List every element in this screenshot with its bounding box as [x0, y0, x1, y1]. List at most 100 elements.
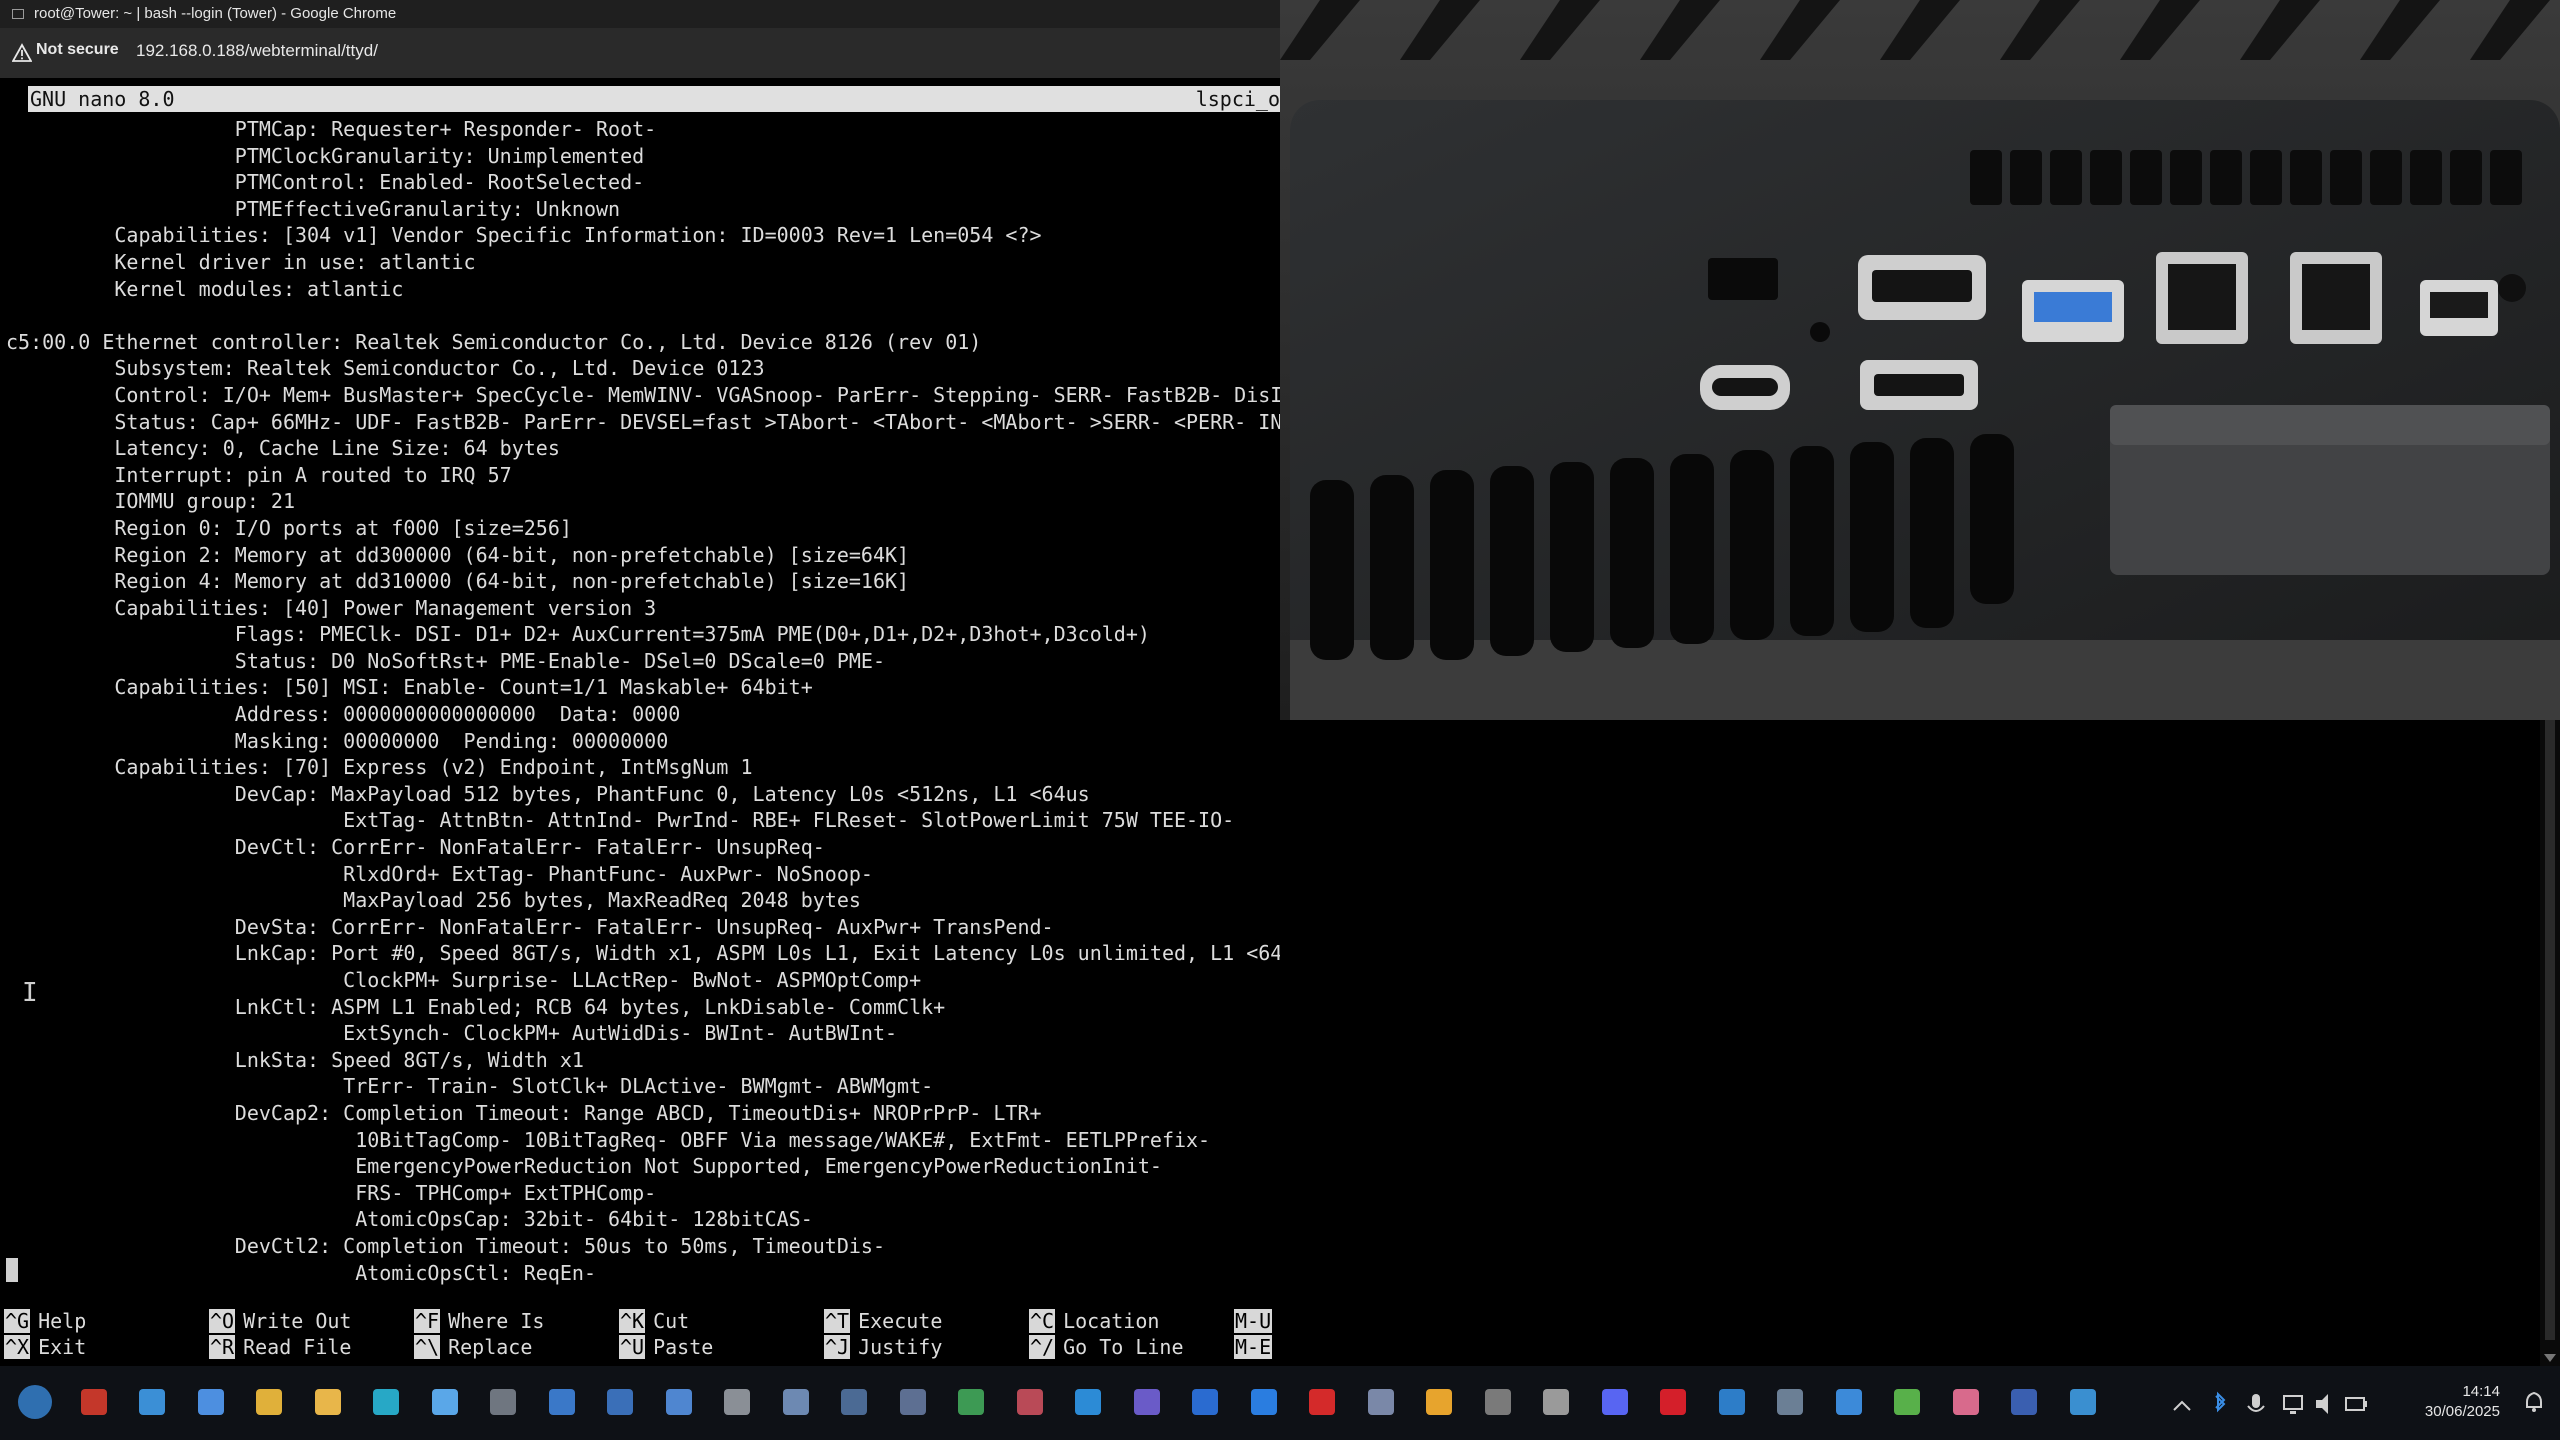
- taskbar-clock[interactable]: 14:14 30/06/2025: [2425, 1382, 2500, 1422]
- url-text[interactable]: 192.168.0.188/webterminal/ttyd/: [136, 41, 378, 61]
- notification-icon[interactable]: [2522, 1390, 2546, 1414]
- yahoo-app-icon[interactable]: [1477, 1381, 1519, 1423]
- terminal-line: Interrupt: pin A routed to IRQ 57: [6, 462, 512, 487]
- grid-app-icon[interactable]: [1769, 1381, 1811, 1423]
- vertical-scrollbar[interactable]: [2540, 720, 2560, 1366]
- box-app-icon[interactable]: [1886, 1381, 1928, 1423]
- warning-icon[interactable]: [12, 43, 32, 63]
- folder-icon-glyph: [314, 1389, 341, 1415]
- opera-app-icon-glyph: [1660, 1389, 1686, 1415]
- terminal-line: 10BitTagComp- 10BitTagReq- OBFF Via mess…: [6, 1127, 1211, 1152]
- shortcut-location[interactable]: ^C Location: [1029, 1308, 1159, 1334]
- shortcut-cut[interactable]: ^K Cut: [619, 1308, 689, 1334]
- wave-app-icon[interactable]: [2003, 1381, 2045, 1423]
- chart-app-icon[interactable]: [1711, 1381, 1753, 1423]
- table-app-icon-glyph: [1016, 1389, 1043, 1415]
- search-app-icon-glyph: [373, 1389, 399, 1415]
- search2-app-icon[interactable]: [424, 1381, 466, 1423]
- arrow-app-icon-glyph: [1426, 1389, 1452, 1415]
- terminal-line: Kernel modules: atlantic: [6, 276, 404, 301]
- shortcut-key: M-U: [1234, 1309, 1273, 1333]
- shortcut-go-to-line[interactable]: ^/ Go To Line: [1029, 1334, 1184, 1360]
- shortcut-write-out[interactable]: ^O Write Out: [209, 1308, 351, 1334]
- shortcut-key: ^\: [414, 1335, 441, 1359]
- discord-app-icon[interactable]: [1594, 1381, 1636, 1423]
- search-app-icon[interactable]: [365, 1381, 407, 1423]
- terminal-line: DevCap2: Completion Timeout: Range ABCD,…: [6, 1100, 1042, 1125]
- bars-app-icon[interactable]: [1828, 1381, 1870, 1423]
- mic-app-icon[interactable]: [1535, 1381, 1577, 1423]
- teams-app-icon[interactable]: [1126, 1381, 1168, 1423]
- terminal-line: MaxPayload 256 bytes, MaxReadReq 2048 by…: [6, 888, 861, 913]
- not-secure-label[interactable]: Not secure: [36, 41, 119, 59]
- scrollbar-thumb[interactable]: [2545, 720, 2555, 1340]
- screenshot-app-icon[interactable]: [892, 1381, 934, 1423]
- folder-icon[interactable]: [307, 1381, 349, 1423]
- terminal-line: AtomicOpsCap: 32bit- 64bit- 128bitCAS-: [6, 1207, 813, 1232]
- pink-app-icon[interactable]: [1945, 1381, 1987, 1423]
- calc-app-icon[interactable]: [541, 1381, 583, 1423]
- edge-app-icon-glyph: [1075, 1389, 1101, 1415]
- search2-app-icon-glyph: [431, 1389, 458, 1415]
- start-button-glyph: [18, 1385, 52, 1419]
- terminal-line: ExtSynch- ClockPM+ AutWidDis- BWInt- Aut…: [6, 1021, 898, 1046]
- calc-app-icon-glyph: [548, 1389, 575, 1415]
- shortcut-execute[interactable]: ^T Execute: [824, 1308, 942, 1334]
- app-bird-icon[interactable]: [190, 1381, 232, 1423]
- shortcut-where-is[interactable]: ^F Where Is: [414, 1308, 544, 1334]
- network-icon[interactable]: [2283, 1395, 2303, 1414]
- shortcut-redo[interactable]: M-ERedo: [1234, 1334, 1280, 1360]
- shortcut-justify[interactable]: ^J Justify: [824, 1334, 942, 1360]
- edge-app-icon[interactable]: [1067, 1381, 1109, 1423]
- shortcut-help[interactable]: ^G Help: [4, 1308, 86, 1334]
- shortcut-paste[interactable]: ^U Paste: [619, 1334, 713, 1360]
- start-button[interactable]: [14, 1381, 56, 1423]
- u-app-icon[interactable]: [1184, 1381, 1226, 1423]
- shortcut-read-file[interactable]: ^R Read File: [209, 1334, 351, 1360]
- terminal-line: IOMMU group: 21: [6, 489, 295, 514]
- show-hidden-icons-icon[interactable]: [2173, 1400, 2191, 1411]
- app-red-icon[interactable]: [73, 1381, 115, 1423]
- shortcut-replace[interactable]: ^\ Replace: [414, 1334, 532, 1360]
- keyboard-app-icon[interactable]: [482, 1381, 524, 1423]
- monitor-app-icon[interactable]: [599, 1381, 641, 1423]
- chrome-icon[interactable]: [248, 1381, 290, 1423]
- image-app-icon[interactable]: [833, 1381, 875, 1423]
- gallery-app-icon[interactable]: [658, 1381, 700, 1423]
- shortcut-label: Cut: [653, 1309, 690, 1333]
- shortcut-undo[interactable]: M-UUndo: [1234, 1308, 1280, 1334]
- teams-app-icon-glyph: [1133, 1389, 1160, 1415]
- shortcut-exit[interactable]: ^X Exit: [4, 1334, 86, 1360]
- shortcut-label: Where Is: [448, 1309, 545, 1333]
- globe-app-icon[interactable]: [716, 1381, 758, 1423]
- terminal-app-icon[interactable]: [2062, 1381, 2104, 1423]
- battery-icon[interactable]: [2345, 1397, 2367, 1411]
- arrow-app-icon[interactable]: [1418, 1381, 1460, 1423]
- app-window-icon[interactable]: [131, 1381, 173, 1423]
- zoom-app-icon[interactable]: [1243, 1381, 1285, 1423]
- address-bar[interactable]: Not secure 192.168.0.188/webterminal/tty…: [0, 28, 1280, 78]
- terminal-line: LnkCtl: ASPM L1 Enabled; RCB 64 bytes, L…: [6, 994, 946, 1019]
- scroll-down-arrow-icon[interactable]: [2544, 1354, 2556, 1362]
- terminal-line: ExtTag- AttnBtn- AttnInd- PwrInd- RBE+ F…: [6, 808, 1235, 833]
- terminal-line: Kernel driver in use: atlantic: [6, 249, 476, 274]
- terminal-viewport[interactable]: GNU nano 8.0 lspci_o PTMCap: Requester+ …: [0, 78, 1280, 1366]
- opera-app-icon[interactable]: [1652, 1381, 1694, 1423]
- volume-icon[interactable]: [2316, 1394, 2328, 1414]
- bluetooth-icon[interactable]: [2215, 1391, 2226, 1413]
- terminal-line: EmergencyPowerReduction Not Supported, E…: [6, 1154, 1162, 1179]
- editor-text[interactable]: PTMCap: Requester+ Responder- Root- PTMC…: [6, 116, 1280, 1286]
- record-app-icon[interactable]: [1301, 1381, 1343, 1423]
- mini-pc-rear-image: [1280, 0, 2560, 720]
- microphone-icon[interactable]: [2247, 1394, 2265, 1412]
- monitor-app-icon-glyph: [607, 1389, 633, 1415]
- screen-app-icon[interactable]: [775, 1381, 817, 1423]
- record-app-icon-glyph: [1309, 1389, 1335, 1415]
- map-app-icon[interactable]: [950, 1381, 992, 1423]
- table-app-icon[interactable]: [1009, 1381, 1051, 1423]
- window-icon: [12, 9, 24, 19]
- tools-app-icon[interactable]: [1360, 1381, 1402, 1423]
- shortcut-label: Exit: [38, 1335, 87, 1359]
- shortcut-key: ^O: [209, 1309, 236, 1333]
- app-bird-icon-glyph: [197, 1389, 224, 1415]
